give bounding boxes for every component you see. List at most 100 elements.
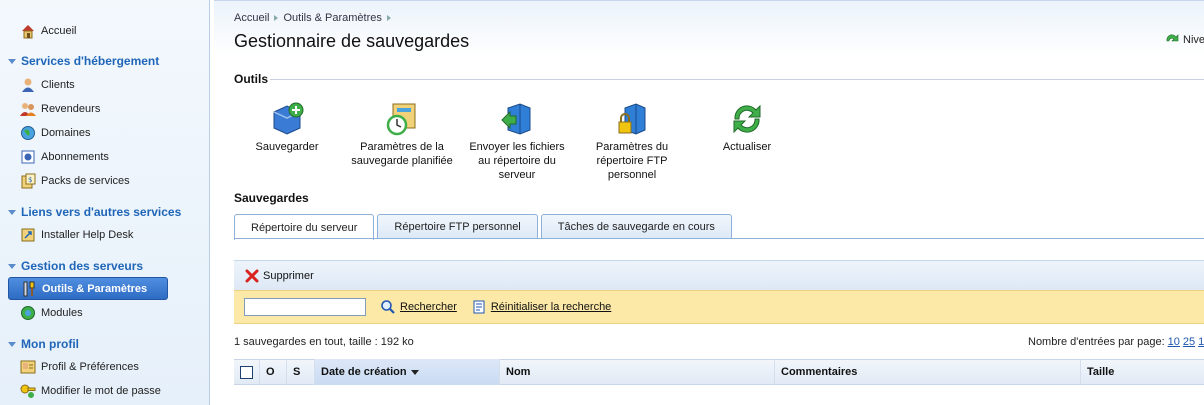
sidebar-item-domains[interactable]: Domaines <box>20 123 91 143</box>
refresh-button[interactable]: Actualiser <box>692 102 802 154</box>
sidebar-item-label: Outils & Paramètres <box>42 282 148 295</box>
collapse-icon <box>8 263 16 269</box>
sidebar-item-label: Modifier le mot de passe <box>41 385 161 397</box>
sidebar-item-label: Profil & Préférences <box>41 361 139 373</box>
sidebar-section-links[interactable]: Liens vers d'autres services <box>8 203 181 221</box>
backup-icon <box>270 102 304 136</box>
tools-section-title: Outils <box>234 72 269 86</box>
tool-label: sauvegarde planifiée <box>351 155 453 167</box>
sidebar-item-label: Abonnements <box>41 151 109 163</box>
globe-icon <box>20 125 36 141</box>
sidebar-item-subscriptions[interactable]: Abonnements <box>20 147 109 167</box>
search-icon <box>380 299 396 315</box>
upload-to-server-button[interactable]: Envoyer les fichiers au répertoire du se… <box>462 102 572 182</box>
sidebar-item-tools-settings[interactable]: Outils & Paramètres <box>8 277 168 300</box>
sidebar-section-hosting[interactable]: Services d'hébergement <box>8 52 159 70</box>
personal-ftp-settings-button[interactable]: Paramètres du répertoire FTP personnel <box>577 102 687 182</box>
per-page-option[interactable]: 25 <box>1183 336 1195 348</box>
page-title: Gestionnaire de sauvegardes <box>234 31 470 51</box>
reset-search-button[interactable]: Réinitialiser la recherche <box>471 299 611 315</box>
collapse-icon <box>8 209 16 215</box>
sidebar-item-label: Packs de services <box>41 175 130 187</box>
subscription-icon <box>20 149 36 165</box>
breadcrumb: Accueil Outils & Paramètres <box>234 12 396 24</box>
entries-per-page: Nombre d'entrées par page:102510 <box>1028 336 1204 348</box>
backup-button[interactable]: Sauvegarder <box>232 102 342 154</box>
tool-label: Envoyer les fichiers <box>469 141 565 153</box>
top-right-link[interactable]: Nive <box>1164 32 1204 48</box>
package-icon: $ <box>20 173 36 189</box>
breadcrumb-arrow-icon <box>386 15 391 21</box>
page-header: Accueil Outils & Paramètres Gestionnaire… <box>214 0 1204 58</box>
column-header-name[interactable]: Nom <box>500 359 775 385</box>
sidebar-item-service-packs[interactable]: $ Packs de services <box>20 171 130 191</box>
collapse-icon <box>8 341 16 347</box>
ftp-lock-icon <box>615 102 649 136</box>
section-title: Liens vers d'autres services <box>21 205 182 219</box>
tab-personal-ftp-repository[interactable]: Répertoire FTP personnel <box>377 214 538 239</box>
tab-running-backup-tasks[interactable]: Tâches de sauvegarde en cours <box>540 214 732 239</box>
list-toolbar: Supprimer <box>234 260 1204 290</box>
sidebar-item-profile[interactable]: Profil & Préférences <box>20 357 139 377</box>
tool-label: Paramètres du <box>595 141 669 153</box>
section-title: Gestion des serveurs <box>21 259 144 273</box>
collapse-icon <box>8 58 16 64</box>
scheduled-backup-icon <box>385 102 419 136</box>
top-right-label: Nive <box>1183 34 1204 46</box>
search-bar: Rechercher Réinitialiser la recherche <box>234 290 1204 324</box>
backups-section-title: Sauvegardes <box>234 191 309 205</box>
sidebar-item-label: Revendeurs <box>41 103 101 115</box>
section-title: Mon profil <box>21 337 79 351</box>
sidebar-item-home[interactable]: Accueil <box>20 21 76 41</box>
sidebar-item-modules[interactable]: Modules <box>20 303 83 323</box>
sidebar-item-change-password[interactable]: Modifier le mot de passe <box>20 381 161 401</box>
modules-icon <box>20 305 36 321</box>
profile-card-icon <box>20 359 36 375</box>
breadcrumb-home[interactable]: Accueil <box>234 12 269 24</box>
tab-bar: Répertoire du serveur Répertoire FTP per… <box>234 214 735 240</box>
sidebar: Accueil Services d'hébergement Clients R… <box>0 0 210 405</box>
column-header-comments[interactable]: Commentaires <box>775 359 1081 385</box>
sidebar-item-resellers[interactable]: Revendeurs <box>20 99 100 119</box>
sidebar-item-label: Domaines <box>41 127 91 139</box>
key-icon <box>20 383 36 399</box>
column-header-creation-date[interactable]: Date de création <box>315 359 500 385</box>
breadcrumb-arrow-icon <box>274 15 279 21</box>
tool-label: serveur <box>498 169 536 181</box>
sidebar-item-helpdesk[interactable]: Installer Help Desk <box>20 225 133 245</box>
search-button[interactable]: Rechercher <box>380 299 457 315</box>
per-page-option[interactable]: 10 <box>1168 336 1180 348</box>
column-header-size[interactable]: Taille <box>1081 359 1201 385</box>
user-icon <box>20 77 36 93</box>
tool-label: au répertoire du <box>478 155 556 167</box>
tool-label: Sauvegarder <box>255 141 319 153</box>
users-icon <box>20 101 36 117</box>
tools-icon <box>21 281 37 297</box>
sidebar-item-label: Modules <box>41 307 83 319</box>
sidebar-item-label: Accueil <box>41 25 77 37</box>
per-page-option[interactable]: 10 <box>1198 336 1204 348</box>
entries-per-page-label: Nombre d'entrées par page: <box>1028 336 1165 348</box>
tool-label: Actualiser <box>722 141 772 153</box>
refresh-level-icon <box>1164 32 1180 48</box>
sidebar-section-servers[interactable]: Gestion des serveurs <box>8 257 143 275</box>
search-input[interactable] <box>244 298 366 316</box>
table-header: O S Date de création Nom Commentaires Ta… <box>234 359 1204 385</box>
sidebar-item-label: Clients <box>41 79 75 91</box>
select-all-checkbox[interactable] <box>240 365 253 379</box>
list-summary: 1 sauvegardes en tout, taille : 192 ko <box>234 336 414 348</box>
column-header-s[interactable]: S <box>287 359 315 385</box>
sidebar-section-profile[interactable]: Mon profil <box>8 335 79 353</box>
sidebar-item-clients[interactable]: Clients <box>20 75 75 95</box>
svg-text:$: $ <box>28 176 32 184</box>
sort-desc-icon <box>410 369 419 375</box>
select-all-cell <box>234 359 260 385</box>
scheduled-backup-settings-button[interactable]: Paramètres de la sauvegarde planifiée <box>347 102 457 168</box>
tab-server-repository[interactable]: Répertoire du serveur <box>234 214 375 240</box>
delete-icon <box>244 268 260 284</box>
refresh-icon <box>730 102 764 136</box>
upload-server-icon <box>500 102 534 136</box>
column-header-o[interactable]: O <box>260 359 287 385</box>
breadcrumb-tools-settings[interactable]: Outils & Paramètres <box>283 12 381 24</box>
delete-button[interactable]: Supprimer <box>244 268 314 284</box>
